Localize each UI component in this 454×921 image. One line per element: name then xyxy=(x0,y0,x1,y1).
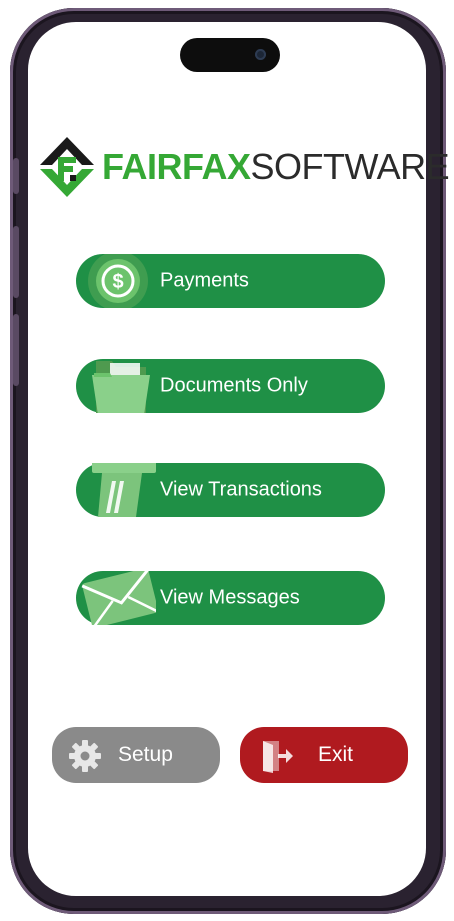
setup-label: Setup xyxy=(118,743,173,766)
brand-name-bold: FAIRFAX xyxy=(102,146,251,187)
brand-logo: FAIRFAXSOFTWARE xyxy=(36,132,450,202)
app-screenshot: FAIRFAXSOFTWARE $ Payments Documents Onl… xyxy=(0,0,454,921)
exit-button[interactable]: Exit xyxy=(240,727,408,783)
setup-button[interactable]: Setup xyxy=(52,727,220,783)
camera-icon xyxy=(255,49,266,60)
gear-icon xyxy=(69,740,101,772)
dollar-coin-icon: $ xyxy=(88,254,148,308)
svg-text:$: $ xyxy=(112,271,123,293)
documents-only-button[interactable]: Documents Only xyxy=(76,359,385,413)
brand-name-light: SOFTWARE xyxy=(250,146,450,187)
dynamic-island xyxy=(180,38,280,72)
documents-only-label: Documents Only xyxy=(160,374,308,397)
brand-wordmark: FAIRFAXSOFTWARE xyxy=(102,146,450,187)
view-transactions-button[interactable]: View Transactions xyxy=(76,463,385,517)
folder-icon xyxy=(92,361,150,413)
phone-mute-switch xyxy=(13,158,19,194)
payments-button[interactable]: $ Payments xyxy=(76,254,385,308)
view-transactions-label: View Transactions xyxy=(160,478,322,501)
exit-door-icon xyxy=(263,741,293,773)
payments-label: Payments xyxy=(160,269,249,292)
envelope-icon xyxy=(81,571,156,625)
view-messages-button[interactable]: View Messages xyxy=(76,571,385,625)
card-slot-icon xyxy=(92,463,156,517)
view-messages-label: View Messages xyxy=(160,586,300,609)
fairfax-logo-icon xyxy=(40,137,94,197)
phone-volume-up xyxy=(13,226,19,298)
phone-volume-down xyxy=(13,314,19,386)
exit-label: Exit xyxy=(318,743,354,766)
